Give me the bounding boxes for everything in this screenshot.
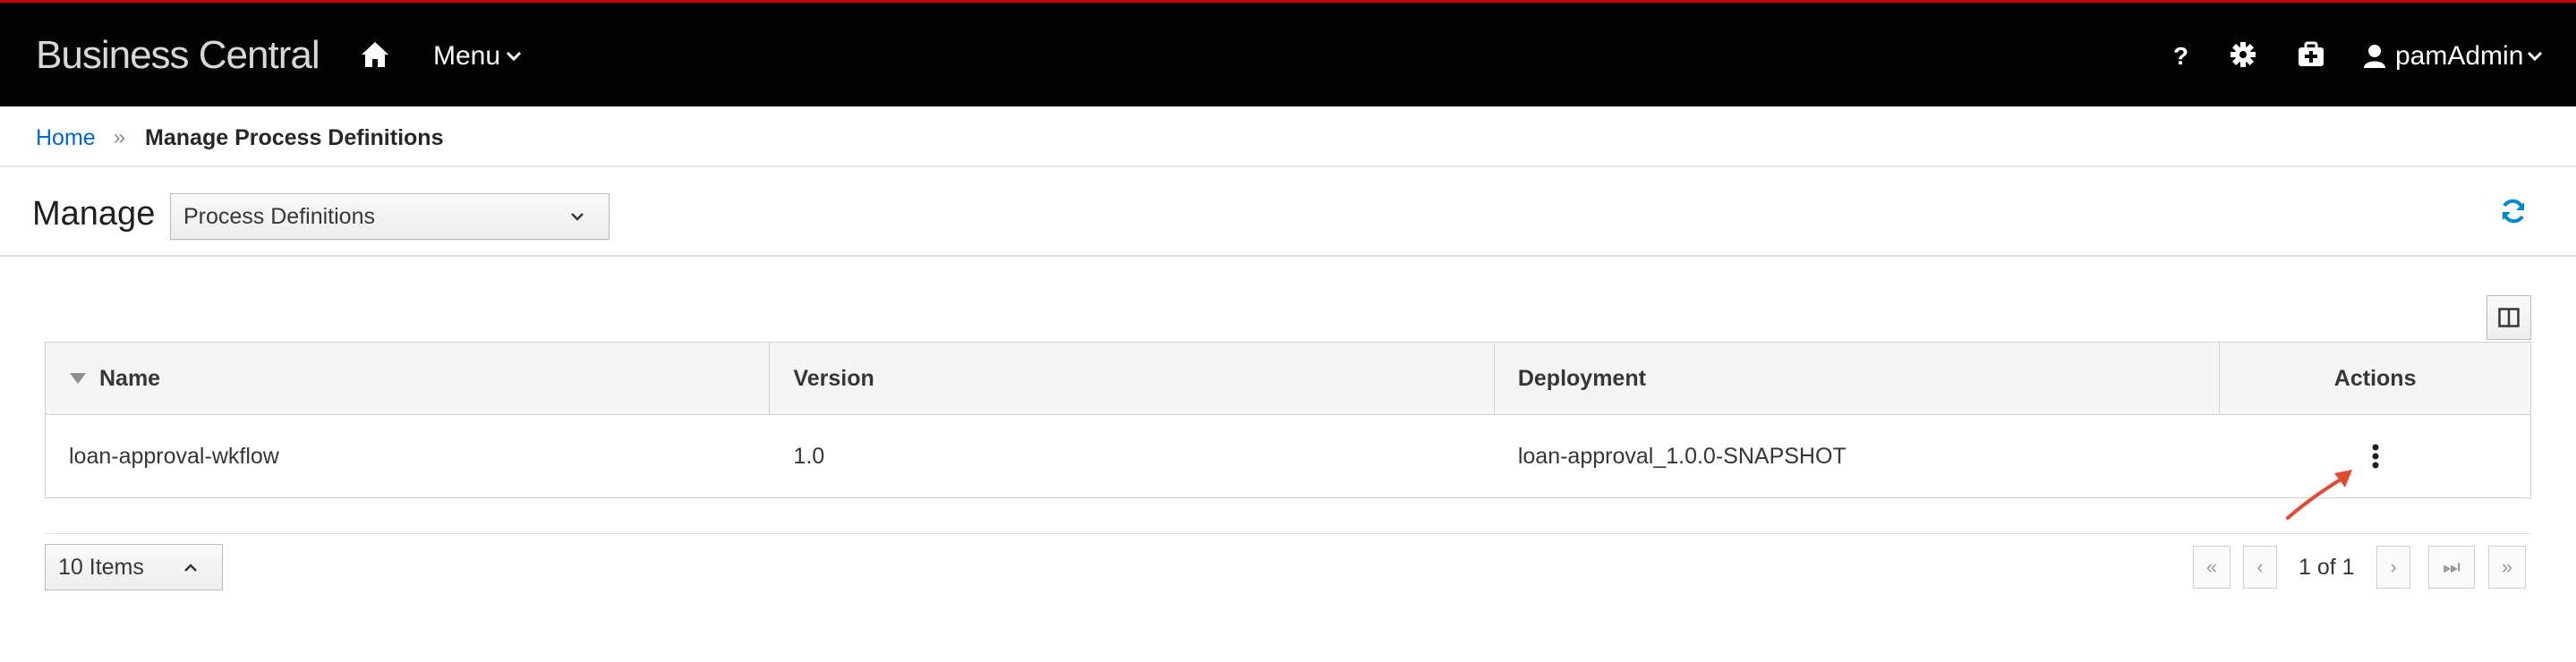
user-menu[interactable]: pamAdmin — [2363, 35, 2552, 78]
cell-version: 1.0 — [793, 443, 825, 469]
brand-title[interactable]: Business Central — [36, 32, 320, 79]
top-navbar: Business Central Menu ? pamAdmin — [0, 0, 2576, 106]
last-page-button[interactable]: ⏭ — [2428, 546, 2475, 589]
double-chevron-right-icon: » — [2501, 556, 2513, 578]
page-size-value: 10 Items — [58, 554, 144, 580]
home-icon[interactable] — [360, 40, 390, 69]
breadcrumb-current: Manage Process Definitions — [145, 124, 444, 150]
column-header-label: Name — [99, 365, 161, 391]
table-row[interactable]: loan-approval-wkflow 1.0 loan-approval_1… — [45, 415, 2531, 498]
kebab-icon[interactable] — [2371, 444, 2380, 469]
breadcrumb-home-link[interactable]: Home — [36, 125, 96, 151]
breadcrumb-separator: » — [113, 125, 126, 149]
manage-label: Manage — [32, 195, 156, 233]
column-header-label: Actions — [2333, 365, 2417, 391]
chevron-left-icon: ‹ — [2256, 556, 2264, 578]
chevron-down-icon — [506, 51, 522, 62]
divider — [45, 533, 2531, 534]
gear-icon[interactable] — [2229, 40, 2257, 69]
menu-label: Menu — [433, 41, 501, 71]
chevron-right-icon: › — [2390, 556, 2397, 578]
page-indicator: 1 of 1 — [2299, 555, 2355, 580]
last-page-alt-button[interactable]: » — [2488, 546, 2526, 589]
help-icon[interactable]: ? — [2173, 38, 2188, 74]
column-header-version[interactable]: Version — [770, 343, 1495, 414]
column-header-label: Version — [793, 365, 874, 391]
column-header-deployment[interactable]: Deployment — [1495, 343, 2221, 414]
breadcrumb: Home » Manage Process Definitions — [36, 120, 443, 156]
column-header-actions: Actions — [2220, 343, 2530, 414]
double-chevron-left-icon: « — [2205, 556, 2218, 578]
sort-down-icon — [70, 373, 86, 384]
chevron-down-icon — [571, 213, 584, 221]
cell-name: loan-approval-wkflow — [69, 443, 279, 469]
page-size-select[interactable]: 10 Items — [45, 544, 223, 590]
divider — [0, 166, 2576, 167]
user-icon — [2364, 45, 2385, 68]
column-header-name[interactable]: Name — [46, 343, 771, 414]
first-page-button[interactable]: « — [2193, 546, 2231, 589]
arrow-annotation-icon — [2286, 470, 2352, 520]
view-select-value: Process Definitions — [183, 203, 375, 229]
column-header-label: Deployment — [1517, 365, 1646, 391]
table-header: Name Version Deployment Actions — [45, 342, 2531, 415]
briefcase-icon[interactable] — [2297, 40, 2325, 69]
chevron-up-icon — [184, 564, 197, 572]
view-select[interactable]: Process Definitions — [170, 193, 610, 240]
skip-end-icon: ⏭ — [2443, 556, 2461, 578]
chevron-down-icon — [2528, 51, 2543, 62]
cell-actions — [2220, 415, 2530, 497]
column-picker-button[interactable] — [2486, 295, 2531, 340]
menu-dropdown[interactable]: Menu — [433, 37, 522, 76]
prev-page-button[interactable]: ‹ — [2243, 546, 2277, 589]
refresh-icon[interactable] — [2499, 197, 2528, 225]
process-definitions-table: Name Version Deployment Actions loan-app… — [45, 342, 2531, 498]
divider — [0, 255, 2576, 257]
next-page-button[interactable]: › — [2376, 546, 2410, 589]
cell-deployment: loan-approval_1.0.0-SNAPSHOT — [1517, 443, 1847, 469]
columns-icon — [2498, 308, 2520, 327]
user-name: pamAdmin — [2395, 41, 2524, 71]
